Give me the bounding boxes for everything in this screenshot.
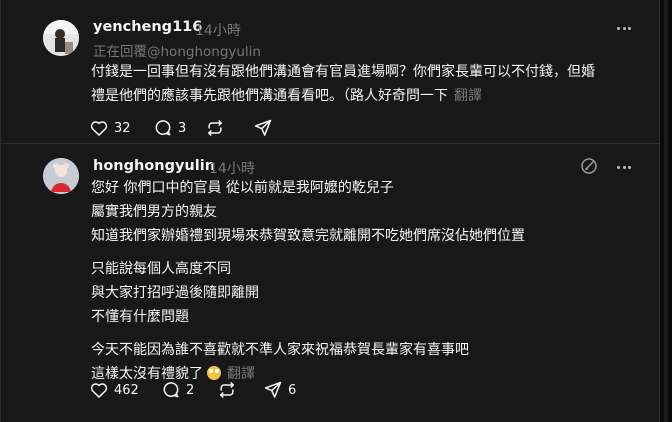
repost-button[interactable] xyxy=(217,378,263,402)
post-text-line: 付錢是一回事但有沒有跟他們溝通會有官員進場啊？你們家長輩可以不付錢，但婚 xyxy=(91,64,595,80)
thread-panel: yencheng116 14小時 正在回覆@honghongyulin 付錢是一… xyxy=(0,0,661,422)
post-text-line: 屬實我們男方的親友 xyxy=(91,204,217,220)
post-time[interactable]: 14小時 xyxy=(195,20,241,40)
post-text-line: 與大家打招呼過後隨即離開 xyxy=(91,285,259,301)
reply-button[interactable]: 3 xyxy=(153,116,205,140)
reply-count: 3 xyxy=(178,120,187,136)
reply-post: yencheng116 14小時 正在回覆@honghongyulin 付錢是一… xyxy=(1,0,661,144)
post-text-line: 不懂有什麼問題 xyxy=(91,309,189,325)
post-text-line: 禮是他們的應該事先跟他們溝通看看吧。（路人好奇問一下 翻譯 xyxy=(91,84,631,108)
post-actions: 32 3 xyxy=(89,116,273,140)
post-text-line-content: 禮是他們的應該事先跟他們溝通看看吧。（路人好奇問一下 xyxy=(91,88,448,104)
reply-count: 2 xyxy=(186,382,195,398)
post-time[interactable]: 14小時 xyxy=(209,158,255,178)
author-name[interactable]: honghongyulin xyxy=(93,158,215,174)
more-icon[interactable] xyxy=(615,158,633,176)
scrollbar[interactable] xyxy=(664,0,668,422)
repost-button[interactable] xyxy=(205,116,253,140)
post-actions: 462 2 6 xyxy=(89,378,296,402)
heart-icon xyxy=(90,121,108,136)
avatar[interactable] xyxy=(43,158,79,194)
share-icon xyxy=(254,119,272,136)
comment-icon xyxy=(163,382,179,398)
reply-post: honghongyulin 14小時 您好 你們口中的官員 從以前就是我阿嬤的乾… xyxy=(1,145,661,422)
like-button[interactable]: 462 xyxy=(89,378,161,402)
like-count: 462 xyxy=(114,382,139,398)
like-count: 32 xyxy=(114,120,131,136)
avatar[interactable] xyxy=(43,20,79,56)
post-text: 付錢是一回事但有沒有跟他們溝通會有官員進場啊？你們家長輩可以不付錢，但婚 禮是他們… xyxy=(91,60,631,108)
edit-icon[interactable] xyxy=(579,156,599,176)
author-name[interactable]: yencheng116 xyxy=(93,19,202,35)
share-button[interactable]: 6 xyxy=(263,378,296,402)
more-icon[interactable] xyxy=(615,19,633,37)
share-icon xyxy=(264,381,282,398)
post-text-line: 只能說每個人高度不同 xyxy=(91,261,231,277)
replying-to[interactable]: 正在回覆@honghongyulin xyxy=(93,40,261,60)
share-count: 6 xyxy=(288,382,297,398)
like-button[interactable]: 32 xyxy=(89,116,153,140)
repost-icon xyxy=(220,382,234,398)
repost-icon xyxy=(208,120,222,136)
share-button[interactable] xyxy=(253,116,273,140)
translate-link[interactable]: 翻譯 xyxy=(454,88,482,104)
post-text-line: 知道我們家辦婚禮到現場來恭賀致意完就離開不吃她們席沒佔她們位置 xyxy=(91,228,525,244)
post-text-line: 今天不能因為誰不喜歡就不準人家來祝福恭賀長輩家有喜事吧 xyxy=(91,342,469,358)
heart-icon xyxy=(90,383,108,398)
comment-icon xyxy=(155,120,171,136)
post-text-line: 您好 你們口中的官員 從以前就是我阿嬤的乾兒子 xyxy=(91,180,394,196)
reply-button[interactable]: 2 xyxy=(161,378,217,402)
